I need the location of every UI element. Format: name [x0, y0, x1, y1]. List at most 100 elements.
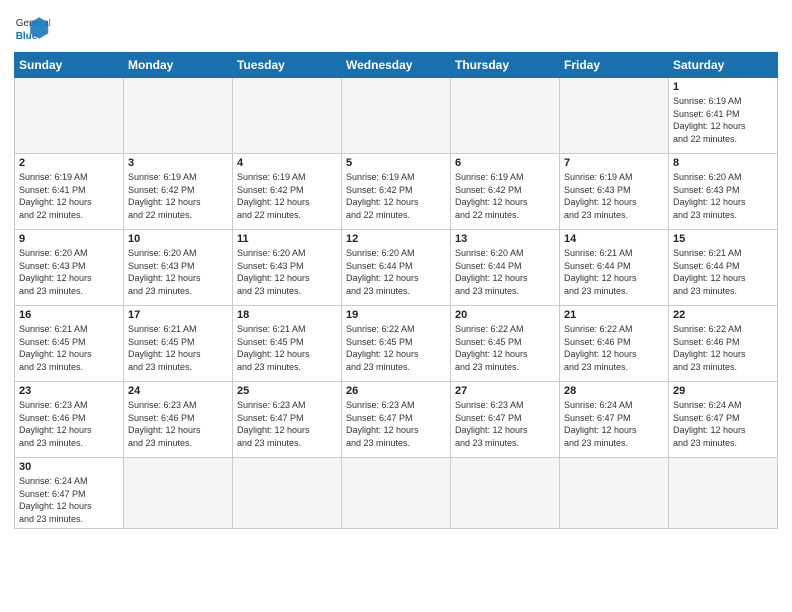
day-number: 28	[564, 385, 664, 397]
calendar-cell: 17 Sunrise: 6:21 AM Sunset: 6:45 PM Dayli…	[124, 306, 233, 382]
day-number: 3	[128, 157, 228, 169]
header-tuesday: Tuesday	[233, 53, 342, 78]
day-info: Sunrise: 6:19 AM Sunset: 6:42 PM Dayligh…	[455, 171, 555, 221]
calendar-cell: 15 Sunrise: 6:21 AM Sunset: 6:44 PM Dayli…	[669, 230, 778, 306]
day-number: 26	[346, 385, 446, 397]
calendar-cell: 11 Sunrise: 6:20 AM Sunset: 6:43 PM Dayli…	[233, 230, 342, 306]
day-info: Sunrise: 6:21 AM Sunset: 6:45 PM Dayligh…	[128, 323, 228, 373]
calendar-cell: 20Sunrise: 6:22 AM Sunset: 6:45 PM Dayli…	[451, 306, 560, 382]
day-info: Sunrise: 6:24 AM Sunset: 6:47 PM Dayligh…	[673, 399, 773, 449]
calendar-cell	[233, 78, 342, 154]
day-info: Sunrise: 6:19 AM Sunset: 6:42 PM Dayligh…	[346, 171, 446, 221]
day-info: Sunrise: 6:19 AM Sunset: 6:41 PM Dayligh…	[19, 171, 119, 221]
day-number: 17	[128, 309, 228, 321]
calendar-cell	[451, 458, 560, 529]
day-info: Sunrise: 6:19 AM Sunset: 6:42 PM Dayligh…	[128, 171, 228, 221]
day-info: Sunrise: 6:22 AM Sunset: 6:45 PM Dayligh…	[346, 323, 446, 373]
day-info: Sunrise: 6:21 AM Sunset: 6:44 PM Dayligh…	[673, 247, 773, 297]
day-number: 8	[673, 157, 773, 169]
day-number: 7	[564, 157, 664, 169]
calendar-cell: 29 Sunrise: 6:24 AM Sunset: 6:47 PM Dayli…	[669, 382, 778, 458]
calendar-cell	[124, 78, 233, 154]
day-number: 12	[346, 233, 446, 245]
calendar-cell: 6 Sunrise: 6:19 AM Sunset: 6:42 PM Daylig…	[451, 154, 560, 230]
calendar-header-row: SundayMondayTuesdayWednesdayThursdayFrid…	[15, 53, 778, 78]
calendar-cell: 1Sunrise: 6:19 AM Sunset: 6:41 PM Daylig…	[669, 78, 778, 154]
day-number: 19	[346, 309, 446, 321]
day-info: Sunrise: 6:23 AM Sunset: 6:47 PM Dayligh…	[237, 399, 337, 449]
day-info: Sunrise: 6:23 AM Sunset: 6:46 PM Dayligh…	[128, 399, 228, 449]
day-info: Sunrise: 6:22 AM Sunset: 6:46 PM Dayligh…	[564, 323, 664, 373]
calendar-week-6: 30Sunrise: 6:24 AM Sunset: 6:47 PM Dayli…	[15, 458, 778, 529]
calendar-cell	[560, 458, 669, 529]
header-saturday: Saturday	[669, 53, 778, 78]
calendar-cell: 27Sunrise: 6:23 AM Sunset: 6:47 PM Dayli…	[451, 382, 560, 458]
calendar-cell	[342, 458, 451, 529]
calendar-week-4: 16 Sunrise: 6:21 AM Sunset: 6:45 PM Dayli…	[15, 306, 778, 382]
calendar: SundayMondayTuesdayWednesdayThursdayFrid…	[14, 52, 778, 529]
logo-icon: General Blue	[14, 10, 50, 46]
day-number: 14	[564, 233, 664, 245]
calendar-cell: 12Sunrise: 6:20 AM Sunset: 6:44 PM Dayli…	[342, 230, 451, 306]
calendar-cell: 25 Sunrise: 6:23 AM Sunset: 6:47 PM Dayli…	[233, 382, 342, 458]
calendar-cell	[233, 458, 342, 529]
calendar-week-1: 1Sunrise: 6:19 AM Sunset: 6:41 PM Daylig…	[15, 78, 778, 154]
day-info: Sunrise: 6:23 AM Sunset: 6:47 PM Dayligh…	[346, 399, 446, 449]
day-info: Sunrise: 6:21 AM Sunset: 6:45 PM Dayligh…	[19, 323, 119, 373]
header-sunday: Sunday	[15, 53, 124, 78]
calendar-cell	[124, 458, 233, 529]
calendar-cell: 19 Sunrise: 6:22 AM Sunset: 6:45 PM Dayli…	[342, 306, 451, 382]
calendar-cell: 2 Sunrise: 6:19 AM Sunset: 6:41 PM Daylig…	[15, 154, 124, 230]
calendar-cell: 5 Sunrise: 6:19 AM Sunset: 6:42 PM Daylig…	[342, 154, 451, 230]
day-info: Sunrise: 6:20 AM Sunset: 6:43 PM Dayligh…	[673, 171, 773, 221]
header: General Blue	[14, 10, 778, 46]
day-info: Sunrise: 6:20 AM Sunset: 6:43 PM Dayligh…	[237, 247, 337, 297]
day-number: 29	[673, 385, 773, 397]
day-info: Sunrise: 6:21 AM Sunset: 6:45 PM Dayligh…	[237, 323, 337, 373]
day-number: 24	[128, 385, 228, 397]
calendar-cell: 18 Sunrise: 6:21 AM Sunset: 6:45 PM Dayli…	[233, 306, 342, 382]
calendar-cell: 8 Sunrise: 6:20 AM Sunset: 6:43 PM Daylig…	[669, 154, 778, 230]
day-number: 21	[564, 309, 664, 321]
calendar-cell: 13Sunrise: 6:20 AM Sunset: 6:44 PM Dayli…	[451, 230, 560, 306]
day-number: 4	[237, 157, 337, 169]
day-number: 18	[237, 309, 337, 321]
day-info: Sunrise: 6:21 AM Sunset: 6:44 PM Dayligh…	[564, 247, 664, 297]
calendar-cell: 3 Sunrise: 6:19 AM Sunset: 6:42 PM Daylig…	[124, 154, 233, 230]
calendar-cell: 22 Sunrise: 6:22 AM Sunset: 6:46 PM Dayli…	[669, 306, 778, 382]
day-info: Sunrise: 6:20 AM Sunset: 6:43 PM Dayligh…	[128, 247, 228, 297]
day-info: Sunrise: 6:23 AM Sunset: 6:46 PM Dayligh…	[19, 399, 119, 449]
calendar-cell: 14 Sunrise: 6:21 AM Sunset: 6:44 PM Dayli…	[560, 230, 669, 306]
day-number: 25	[237, 385, 337, 397]
day-number: 2	[19, 157, 119, 169]
calendar-cell: 16 Sunrise: 6:21 AM Sunset: 6:45 PM Dayli…	[15, 306, 124, 382]
day-number: 16	[19, 309, 119, 321]
header-monday: Monday	[124, 53, 233, 78]
calendar-week-3: 9Sunrise: 6:20 AM Sunset: 6:43 PM Daylig…	[15, 230, 778, 306]
day-number: 15	[673, 233, 773, 245]
calendar-cell	[669, 458, 778, 529]
day-info: Sunrise: 6:20 AM Sunset: 6:44 PM Dayligh…	[455, 247, 555, 297]
calendar-cell: 7Sunrise: 6:19 AM Sunset: 6:43 PM Daylig…	[560, 154, 669, 230]
calendar-cell: 28 Sunrise: 6:24 AM Sunset: 6:47 PM Dayli…	[560, 382, 669, 458]
day-number: 5	[346, 157, 446, 169]
day-number: 30	[19, 461, 119, 473]
header-wednesday: Wednesday	[342, 53, 451, 78]
day-number: 11	[237, 233, 337, 245]
logo: General Blue	[14, 10, 50, 46]
header-thursday: Thursday	[451, 53, 560, 78]
day-number: 20	[455, 309, 555, 321]
day-number: 6	[455, 157, 555, 169]
header-friday: Friday	[560, 53, 669, 78]
calendar-cell: 4 Sunrise: 6:19 AM Sunset: 6:42 PM Daylig…	[233, 154, 342, 230]
day-number: 1	[673, 81, 773, 93]
calendar-cell: 30Sunrise: 6:24 AM Sunset: 6:47 PM Dayli…	[15, 458, 124, 529]
calendar-cell: 9Sunrise: 6:20 AM Sunset: 6:43 PM Daylig…	[15, 230, 124, 306]
calendar-cell	[451, 78, 560, 154]
day-info: Sunrise: 6:24 AM Sunset: 6:47 PM Dayligh…	[564, 399, 664, 449]
calendar-cell: 21 Sunrise: 6:22 AM Sunset: 6:46 PM Dayli…	[560, 306, 669, 382]
day-number: 27	[455, 385, 555, 397]
day-info: Sunrise: 6:19 AM Sunset: 6:42 PM Dayligh…	[237, 171, 337, 221]
day-number: 22	[673, 309, 773, 321]
day-info: Sunrise: 6:22 AM Sunset: 6:46 PM Dayligh…	[673, 323, 773, 373]
